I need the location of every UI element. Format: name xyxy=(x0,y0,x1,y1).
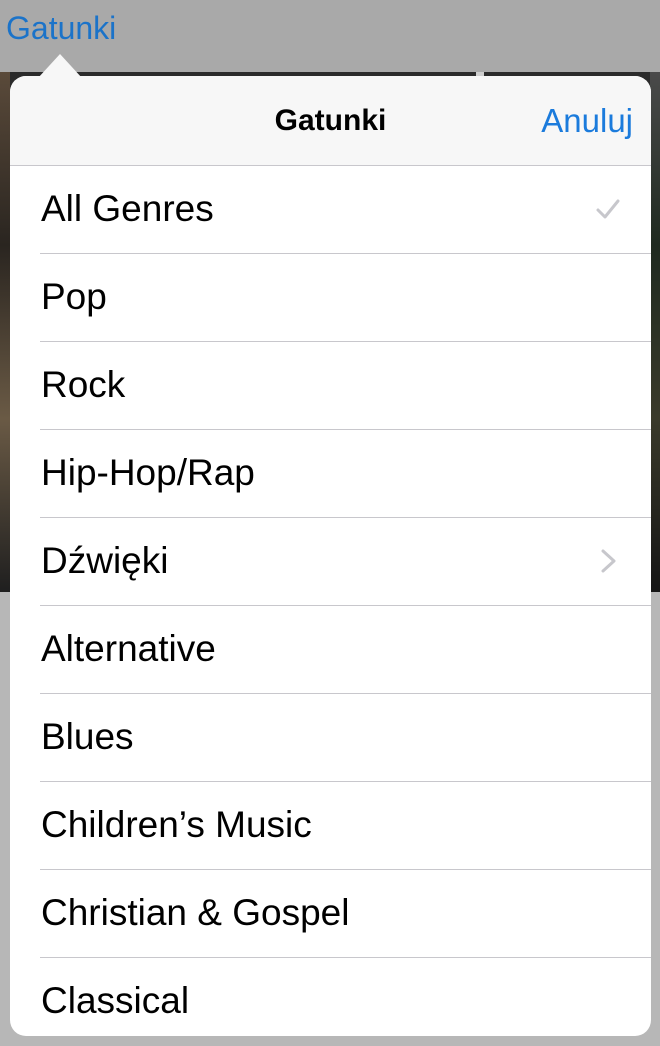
artwork-strip-right xyxy=(650,72,660,592)
genre-item-dzwieki[interactable]: Dźwięki xyxy=(40,518,651,606)
genre-item-label: Christian & Gospel xyxy=(41,892,350,933)
genre-item-rock[interactable]: Rock xyxy=(40,342,651,430)
background-navigation-bar: Gatunki xyxy=(0,0,660,72)
genre-item-blues[interactable]: Blues xyxy=(40,694,651,782)
genre-item-label: Alternative xyxy=(41,628,216,669)
genres-nav-button[interactable]: Gatunki xyxy=(6,10,116,47)
artwork-strip-left xyxy=(0,72,10,592)
genre-list: All Genres Pop Rock Hip-Hop/Rap Dźwięki … xyxy=(10,166,651,1036)
genre-item-classical[interactable]: Classical xyxy=(40,958,651,1036)
genre-item-hip-hop-rap[interactable]: Hip-Hop/Rap xyxy=(40,430,651,518)
genre-item-all-genres[interactable]: All Genres xyxy=(40,166,651,254)
genres-popover: Gatunki Anuluj All Genres Pop Rock Hip-H… xyxy=(10,76,651,1036)
genre-item-label: All Genres xyxy=(41,188,214,229)
genre-item-label: Children’s Music xyxy=(41,804,312,845)
genre-item-label: Blues xyxy=(41,716,134,757)
genre-item-childrens-music[interactable]: Children’s Music xyxy=(40,782,651,870)
genre-item-label: Classical xyxy=(41,980,190,1021)
genre-item-alternative[interactable]: Alternative xyxy=(40,606,651,694)
genre-item-label: Pop xyxy=(41,276,107,317)
popover-arrow xyxy=(38,54,82,78)
chevron-right-icon xyxy=(595,548,621,574)
genre-item-pop[interactable]: Pop xyxy=(40,254,651,342)
genre-item-label: Hip-Hop/Rap xyxy=(41,452,255,493)
genre-item-label: Dźwięki xyxy=(41,540,169,581)
checkmark-icon xyxy=(595,196,621,222)
genre-item-christian-gospel[interactable]: Christian & Gospel xyxy=(40,870,651,958)
cancel-button[interactable]: Anuluj xyxy=(541,102,633,140)
popover-header: Gatunki Anuluj xyxy=(10,76,651,166)
genre-item-label: Rock xyxy=(41,364,126,405)
